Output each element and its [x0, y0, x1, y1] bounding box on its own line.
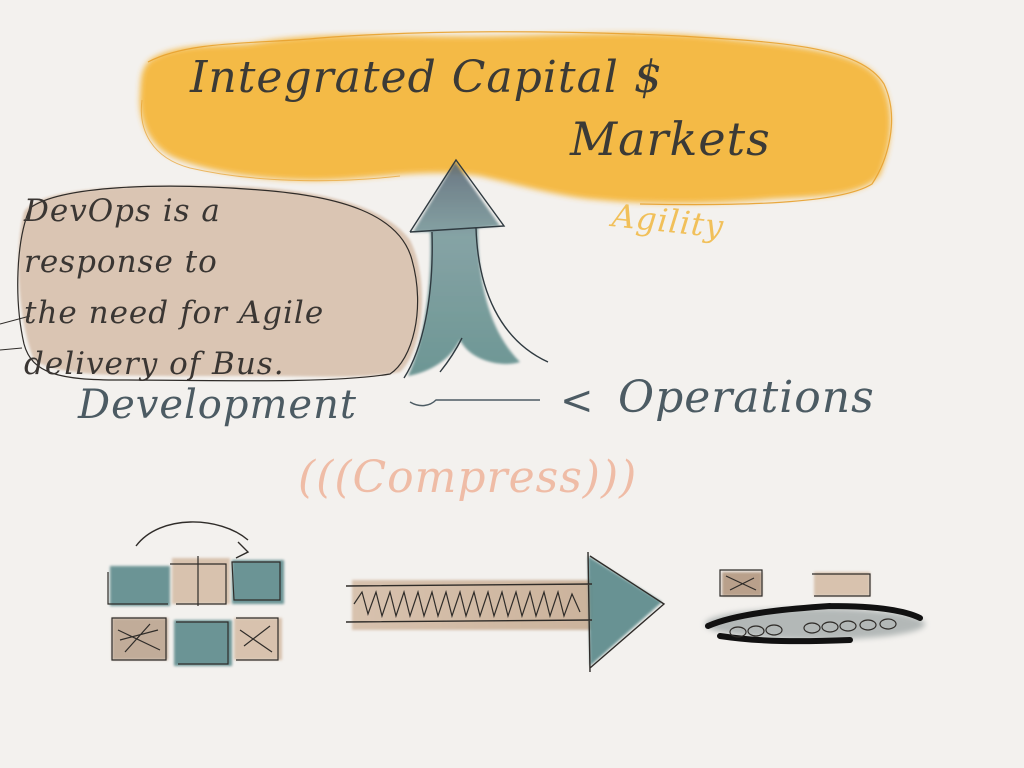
dev-ops-connector: [409, 399, 540, 407]
note-line: DevOps is a: [24, 193, 221, 229]
compress-label: (((Compress))): [298, 452, 638, 503]
upward-arrow: [403, 158, 549, 379]
devops-note: DevOps is a response to the need for Agi…: [24, 186, 324, 390]
block-cluster: [107, 521, 284, 666]
title-line-2: Markets: [570, 112, 771, 166]
compress-arrow: [345, 551, 666, 673]
operations-bracket: <: [560, 378, 595, 424]
title-line-1: Integrated Capital $: [190, 52, 663, 103]
development-label: Development: [78, 382, 357, 428]
note-line: the need for Agile: [24, 295, 325, 331]
operations-label: Operations: [618, 372, 875, 423]
compressed-result: [705, 569, 925, 645]
note-line: response to: [24, 244, 218, 280]
